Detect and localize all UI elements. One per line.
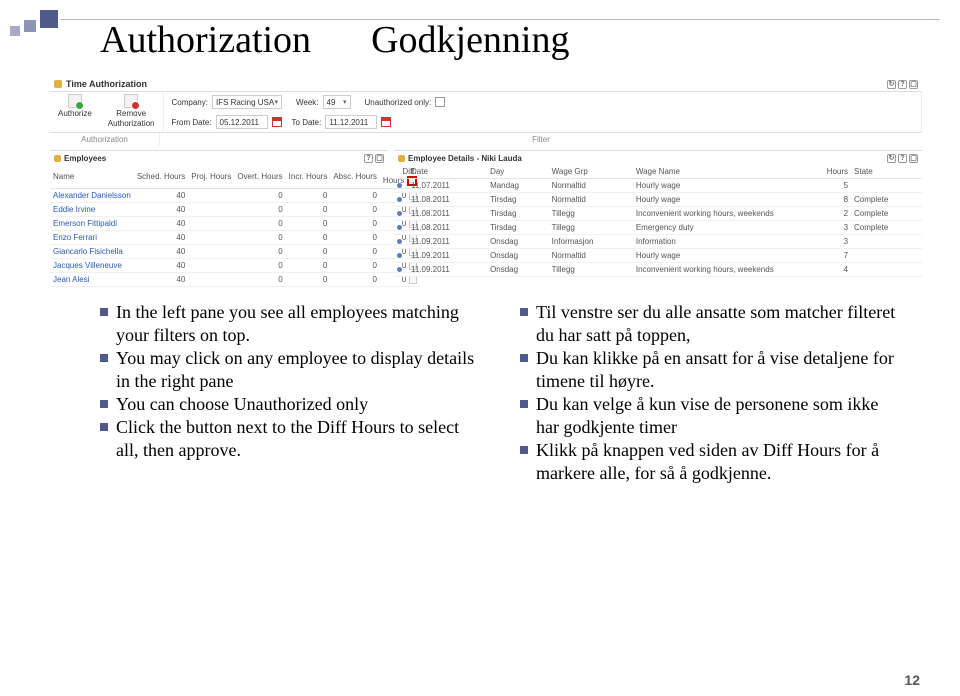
table-row[interactable]: 11.09.2011OnsdagInformasjonInformation3	[394, 235, 922, 249]
col-overt-hours[interactable]: Overt. Hours	[234, 165, 285, 189]
table-row[interactable]: 11.09.2011OnsdagTilleggInconvenient work…	[394, 263, 922, 277]
table-row[interactable]: 11.08.2011TirsdagTilleggInconvenient wor…	[394, 207, 922, 221]
col-absc-hours[interactable]: Absc. Hours	[330, 165, 380, 189]
col-wage-name[interactable]: Wage Name	[633, 165, 803, 179]
details-panel-title: Employee Details - Niki Lauda	[408, 154, 522, 163]
panel-controls[interactable]: ?▢	[362, 153, 384, 163]
table-row[interactable]: Jacques Villeneuve400000	[50, 259, 420, 273]
bullet-item: You can choose Unauthorized only	[100, 393, 480, 416]
details-table: Date Day Wage Grp Wage Name Hours State …	[394, 165, 922, 277]
app-screenshot: Time Authorization ↻?▢ Authorize Remove …	[50, 76, 922, 287]
filter-group-label: Filter	[160, 133, 922, 146]
bullets-english: In the left pane you see all employees m…	[100, 301, 480, 485]
col-hours[interactable]: Hours	[803, 165, 851, 179]
chevron-down-icon: ▾	[343, 98, 347, 106]
col-incr-hours[interactable]: Incr. Hours	[286, 165, 331, 189]
bullet-item: Til venstre ser du alle ansatte som matc…	[520, 301, 900, 347]
from-date-label: From Date:	[172, 118, 212, 127]
week-dropdown[interactable]: 49▾	[323, 95, 351, 109]
panel-icon	[398, 155, 405, 162]
window-icon	[54, 80, 62, 88]
col-date[interactable]: Date	[408, 165, 487, 179]
col-name[interactable]: Name	[50, 165, 134, 189]
authorize-icon	[68, 94, 82, 108]
calendar-icon[interactable]	[272, 117, 282, 127]
unauthorized-only-checkbox[interactable]	[435, 97, 445, 107]
table-row[interactable]: 11.08.2011TirsdagNormaltidHourly wage8Co…	[394, 193, 922, 207]
to-date-input[interactable]: 11.12.2011	[325, 115, 377, 129]
col-state[interactable]: State	[851, 165, 922, 179]
employees-panel-title: Employees	[64, 154, 106, 163]
employees-table: Name Sched. Hours Proj. Hours Overt. Hou…	[50, 165, 420, 287]
from-date-input[interactable]: 05.12.2011	[216, 115, 268, 129]
bullet-item: You may click on any employee to display…	[100, 347, 480, 393]
table-row[interactable]: Enzo Ferrari400000	[50, 231, 420, 245]
bullet-item: Klikk på knappen ved siden av Diff Hours…	[520, 439, 900, 485]
remove-auth-icon	[124, 94, 138, 108]
col-day[interactable]: Day	[487, 165, 549, 179]
employees-panel: Employees ?▢ Name Sched. Hours Proj. Hou…	[50, 150, 388, 287]
bullets-norwegian: Til venstre ser du alle ansatte som matc…	[520, 301, 900, 485]
bullet-item: Click the button next to the Diff Hours …	[100, 416, 480, 462]
week-label: Week:	[296, 98, 319, 107]
table-row[interactable]: Jean Alesi400000	[50, 273, 420, 287]
heading-right: Godkjenning	[371, 18, 569, 62]
bullet-item: Du kan velge å kun vise de personene som…	[520, 393, 900, 439]
authorization-group-label: Authorization	[50, 133, 160, 146]
table-row[interactable]: 11.09.2011OnsdagNormaltidHourly wage7	[394, 249, 922, 263]
panel-controls[interactable]: ↻?▢	[885, 153, 918, 163]
table-row[interactable]: Alexander Danielsson400000	[50, 189, 420, 203]
col-proj-hours[interactable]: Proj. Hours	[188, 165, 234, 189]
remove-authorization-button[interactable]: Remove Authorization	[100, 92, 163, 132]
unauthorized-only-label: Unauthorized only:	[365, 98, 432, 107]
window-controls[interactable]: ↻?▢	[885, 78, 918, 89]
authorize-label: Authorize	[58, 109, 92, 118]
employee-details-panel: Employee Details - Niki Lauda ↻?▢ Date D…	[394, 150, 922, 287]
authorize-button[interactable]: Authorize	[50, 92, 100, 132]
page-number: 12	[904, 672, 920, 688]
heading-left: Authorization	[100, 18, 311, 62]
window-title: Time Authorization	[66, 79, 147, 89]
to-date-label: To Date:	[292, 118, 322, 127]
table-row[interactable]: 11.07.2011MandagNormaltidHourly wage5	[394, 179, 922, 193]
calendar-icon[interactable]	[381, 117, 391, 127]
company-label: Company:	[172, 98, 208, 107]
table-row[interactable]: Giancarlo Fisichella400000	[50, 245, 420, 259]
company-dropdown[interactable]: IFS Racing USA▾	[212, 95, 282, 109]
col-wage-grp[interactable]: Wage Grp	[549, 165, 633, 179]
remove-auth-label-1: Remove	[116, 109, 146, 118]
remove-auth-label-2: Authorization	[108, 119, 155, 128]
bullet-item: In the left pane you see all employees m…	[100, 301, 480, 347]
bullet-item: Du kan klikke på en ansatt for å vise de…	[520, 347, 900, 393]
table-row[interactable]: 11.08.2011TirsdagTilleggEmergency duty3C…	[394, 221, 922, 235]
table-row[interactable]: Eddie Irvine400000	[50, 203, 420, 217]
col-sched-hours[interactable]: Sched. Hours	[134, 165, 188, 189]
panel-icon	[54, 155, 61, 162]
chevron-down-icon: ▾	[274, 98, 278, 106]
table-row[interactable]: Emerson Fittipaldi400000	[50, 217, 420, 231]
